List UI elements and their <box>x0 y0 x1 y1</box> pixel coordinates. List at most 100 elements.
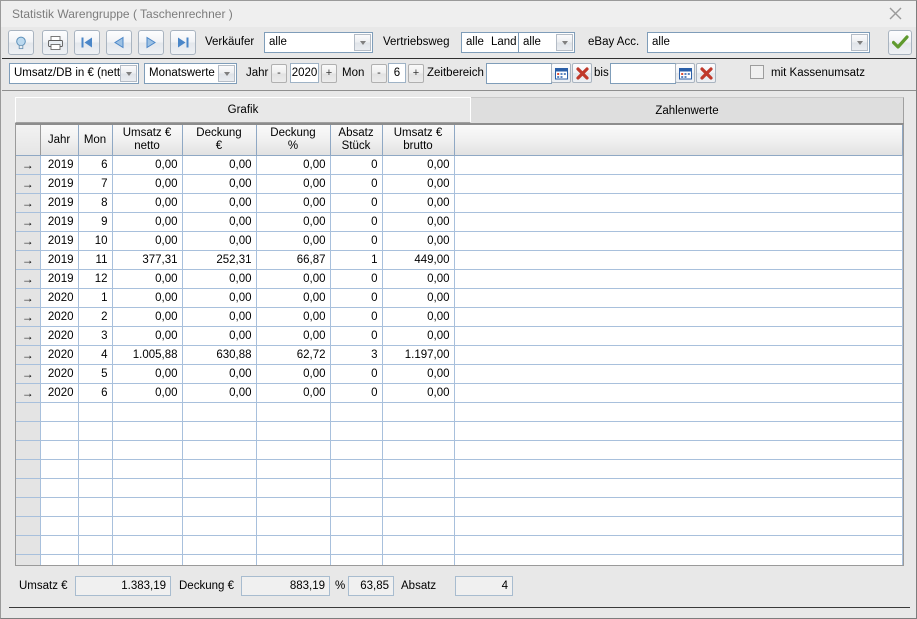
cell-empty[interactable] <box>112 497 183 517</box>
cell-empty[interactable] <box>382 402 455 422</box>
cell-empty[interactable] <box>182 440 257 460</box>
cell-deckung_eur[interactable]: 630,88 <box>182 345 257 365</box>
cell-deckung_eur[interactable]: 0,00 <box>182 307 257 327</box>
hint-lightbulb-button[interactable] <box>8 30 34 55</box>
cell-deckung_pct[interactable]: 0,00 <box>256 383 331 403</box>
cell-empty[interactable] <box>112 402 183 422</box>
cell-absatz[interactable]: 0 <box>330 288 383 308</box>
cell-deckung_eur[interactable]: 0,00 <box>182 364 257 384</box>
cell-deckung_pct[interactable]: 0,00 <box>256 364 331 384</box>
row-marker-arrow-icon[interactable]: → <box>16 212 41 232</box>
cell-mon[interactable]: 7 <box>78 174 113 194</box>
row-marker-empty[interactable] <box>16 516 41 536</box>
row-marker-arrow-icon[interactable]: → <box>16 288 41 308</box>
cell-empty[interactable] <box>382 440 455 460</box>
cell-umsatz_brutto[interactable]: 449,00 <box>382 250 455 270</box>
cell-empty[interactable] <box>40 478 79 498</box>
cell-umsatz_netto[interactable]: 0,00 <box>112 231 183 251</box>
cell-umsatz_netto[interactable]: 0,00 <box>112 269 183 289</box>
zeitbereich-from-clear-button[interactable] <box>572 63 592 83</box>
verkaeufer-select[interactable]: alle <box>264 32 373 53</box>
cell-empty[interactable] <box>78 497 113 517</box>
cell-empty[interactable] <box>382 459 455 479</box>
cell-umsatz_brutto[interactable]: 1.197,00 <box>382 345 455 365</box>
cell-empty[interactable] <box>382 478 455 498</box>
cell-umsatz_brutto[interactable]: 0,00 <box>382 193 455 213</box>
cell-empty[interactable] <box>382 535 455 555</box>
cell-deckung_pct[interactable]: 0,00 <box>256 193 331 213</box>
cell-deckung_pct[interactable]: 62,72 <box>256 345 331 365</box>
cell-empty[interactable] <box>256 421 331 441</box>
mon-decrement-button[interactable]: - <box>371 64 387 83</box>
row-marker-empty[interactable] <box>16 535 41 555</box>
cell-umsatz_netto[interactable]: 0,00 <box>112 326 183 346</box>
cell-deckung_pct[interactable]: 0,00 <box>256 326 331 346</box>
cell-jahr[interactable]: 2020 <box>40 383 79 403</box>
cell-empty[interactable] <box>182 402 257 422</box>
cell-umsatz_netto[interactable]: 0,00 <box>112 383 183 403</box>
cell-empty[interactable] <box>182 459 257 479</box>
cell-empty[interactable] <box>112 535 183 555</box>
row-marker-empty[interactable] <box>16 497 41 517</box>
row-marker-empty[interactable] <box>16 421 41 441</box>
cell-empty[interactable] <box>112 459 183 479</box>
row-marker-empty[interactable] <box>16 402 41 422</box>
cell-absatz[interactable]: 0 <box>330 155 383 175</box>
data-grid[interactable]: Jahr Mon Umsatz € netto Deckung € Deckung% Absa… <box>15 123 904 566</box>
cell-absatz[interactable]: 0 <box>330 269 383 289</box>
tab-grafik[interactable]: Grafik <box>15 97 471 123</box>
cell-umsatz_netto[interactable]: 377,31 <box>112 250 183 270</box>
cell-deckung_eur[interactable]: 0,00 <box>182 326 257 346</box>
cell-empty[interactable] <box>182 516 257 536</box>
zeitbereich-to-clear-button[interactable] <box>696 63 716 83</box>
cell-empty[interactable] <box>112 440 183 460</box>
kassenumsatz-checkbox[interactable] <box>750 65 764 79</box>
row-marker-arrow-icon[interactable]: → <box>16 345 41 365</box>
cell-deckung_eur[interactable]: 0,00 <box>182 193 257 213</box>
row-marker-arrow-icon[interactable]: → <box>16 383 41 403</box>
cell-empty[interactable] <box>330 478 383 498</box>
cell-deckung_pct[interactable]: 0,00 <box>256 212 331 232</box>
jahr-input[interactable]: 2020 <box>290 63 319 83</box>
cell-deckung_eur[interactable]: 0,00 <box>182 269 257 289</box>
cell-jahr[interactable]: 2020 <box>40 288 79 308</box>
cell-absatz[interactable]: 3 <box>330 345 383 365</box>
cell-empty[interactable] <box>330 535 383 555</box>
cell-umsatz_netto[interactable]: 0,00 <box>112 174 183 194</box>
row-marker-empty[interactable] <box>16 440 41 460</box>
cell-mon[interactable]: 2 <box>78 307 113 327</box>
table-row-empty[interactable] <box>16 554 903 565</box>
cell-umsatz_brutto[interactable]: 0,00 <box>382 231 455 251</box>
cell-umsatz_brutto[interactable]: 0,00 <box>382 174 455 194</box>
row-marker-arrow-icon[interactable]: → <box>16 326 41 346</box>
cell-absatz[interactable]: 0 <box>330 307 383 327</box>
cell-empty[interactable] <box>182 554 257 565</box>
cell-umsatz_brutto[interactable]: 0,00 <box>382 364 455 384</box>
jahr-increment-button[interactable]: + <box>321 64 337 83</box>
row-marker-arrow-icon[interactable]: → <box>16 155 41 175</box>
land-select[interactable]: alle <box>518 32 575 53</box>
table-row[interactable]: → 2019 9 0,00 0,00 0,00 0 0,00 <box>16 212 903 232</box>
cell-umsatz_netto[interactable]: 0,00 <box>112 364 183 384</box>
cell-empty[interactable] <box>40 535 79 555</box>
mon-input[interactable]: 6 <box>388 63 406 83</box>
row-marker-arrow-icon[interactable]: → <box>16 364 41 384</box>
cell-jahr[interactable]: 2020 <box>40 364 79 384</box>
cell-deckung_pct[interactable]: 0,00 <box>256 231 331 251</box>
cell-empty[interactable] <box>40 459 79 479</box>
row-marker-arrow-icon[interactable]: → <box>16 174 41 194</box>
cell-empty[interactable] <box>40 421 79 441</box>
cell-empty[interactable] <box>182 478 257 498</box>
cell-mon[interactable]: 5 <box>78 364 113 384</box>
cell-umsatz_netto[interactable]: 0,00 <box>112 155 183 175</box>
table-row[interactable]: → 2019 6 0,00 0,00 0,00 0 0,00 <box>16 155 903 175</box>
cell-absatz[interactable]: 0 <box>330 174 383 194</box>
cell-empty[interactable] <box>330 516 383 536</box>
table-row[interactable]: → 2020 4 1.005,88 630,88 62,72 3 1.197,00 <box>16 345 903 365</box>
cell-deckung_pct[interactable]: 0,00 <box>256 307 331 327</box>
tab-zahlenwerte[interactable]: Zahlenwerte <box>471 97 904 123</box>
cell-absatz[interactable]: 0 <box>330 212 383 232</box>
cell-empty[interactable] <box>40 497 79 517</box>
cell-empty[interactable] <box>40 554 79 565</box>
table-row[interactable]: → 2020 3 0,00 0,00 0,00 0 0,00 <box>16 326 903 346</box>
